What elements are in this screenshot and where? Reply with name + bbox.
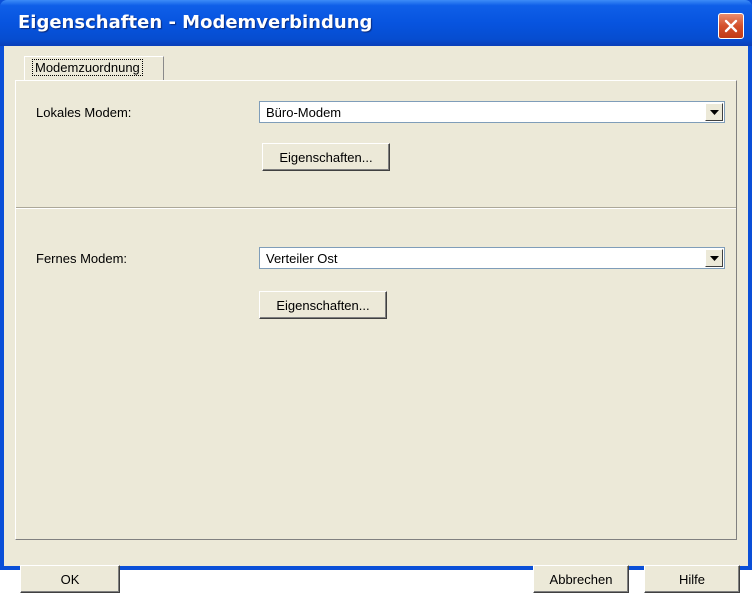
title-bar[interactable]: Eigenschaften - Modemverbindung <box>0 0 752 46</box>
local-modem-select[interactable]: Büro-Modem <box>259 101 725 123</box>
cancel-button-label: Abbrechen <box>549 572 613 587</box>
close-button[interactable] <box>718 13 744 39</box>
remote-modem-dropdown-button[interactable] <box>705 249 723 267</box>
chevron-down-icon <box>710 110 719 115</box>
tab-panel: Lokales Modem: Büro-Modem Eigenschaften.… <box>15 80 737 540</box>
close-icon <box>724 19 738 33</box>
dialog-client-area: Modemzuordnung Lokales Modem: Büro-Modem… <box>4 46 748 593</box>
local-modem-label: Lokales Modem: <box>36 105 132 120</box>
cancel-button[interactable]: Abbrechen <box>533 565 629 593</box>
ok-button-label: OK <box>60 572 80 587</box>
chevron-down-icon <box>710 256 719 261</box>
remote-modem-select[interactable]: Verteiler Ost <box>259 247 725 269</box>
remote-modem-properties-label: Eigenschaften... <box>276 298 370 313</box>
section-separator <box>16 207 736 209</box>
local-modem-value: Büro-Modem <box>266 105 342 120</box>
tab-modemzuordnung[interactable]: Modemzuordnung <box>24 56 164 80</box>
remote-modem-value: Verteiler Ost <box>266 251 338 266</box>
local-modem-properties-button[interactable]: Eigenschaften... <box>262 143 390 171</box>
dialog-window: Eigenschaften - Modemverbindung Modemzuo… <box>0 0 752 593</box>
ok-button[interactable]: OK <box>20 565 120 593</box>
tab-label: Modemzuordnung <box>32 59 143 76</box>
help-button[interactable]: Hilfe <box>644 565 740 593</box>
local-modem-properties-label: Eigenschaften... <box>279 150 373 165</box>
remote-modem-label: Fernes Modem: <box>36 251 128 266</box>
window-title: Eigenschaften - Modemverbindung <box>18 12 373 33</box>
remote-modem-properties-button[interactable]: Eigenschaften... <box>259 291 387 319</box>
help-button-label: Hilfe <box>678 572 705 587</box>
local-modem-dropdown-button[interactable] <box>705 103 723 121</box>
